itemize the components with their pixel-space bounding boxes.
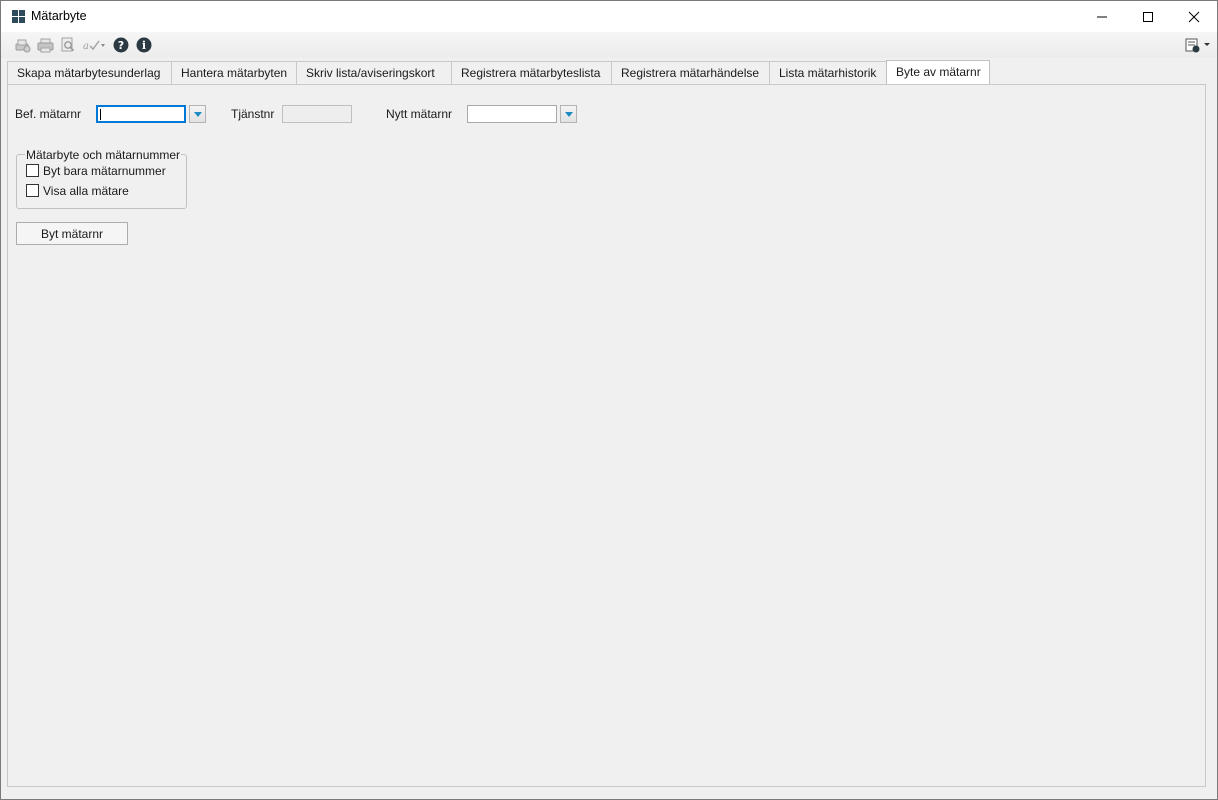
tab-registrera-matarhandelse[interactable]: Registrera mätarhändelse (611, 61, 770, 84)
byt-matarnr-button-label: Byt mätarnr (40, 226, 103, 241)
svg-text:a: a (83, 41, 89, 52)
byt-bara-matarnummer-label: Byt bara mätarnummer (43, 164, 166, 178)
nytt-matarnr-label: Nytt mätarnr (386, 107, 453, 121)
help-button[interactable]: ? (112, 36, 130, 54)
print-setup-button[interactable] (13, 36, 31, 54)
window-list-icon (1185, 38, 1210, 53)
maximize-button[interactable] (1125, 1, 1171, 32)
text-caret (100, 109, 101, 120)
print-preview-icon (61, 37, 75, 52)
minimize-icon (1097, 16, 1107, 17)
byt-matarnr-button[interactable]: Byt mätarnr (16, 222, 128, 245)
print-button[interactable] (36, 36, 54, 54)
visa-alla-matare-label: Visa alla mätare (43, 184, 129, 198)
toolbar: a ? i (1, 32, 1217, 58)
bef-matarnr-label: Bef. mätarnr (15, 107, 82, 121)
bef-matarnr-input[interactable] (96, 105, 186, 123)
window-title: Mätarbyte (31, 9, 87, 23)
tab-skapa-matarbytesunderlag[interactable]: Skapa mätarbytesunderlag (7, 61, 172, 84)
matarbyte-groupbox (16, 154, 187, 209)
tab-label: Lista mätarhistorik (779, 66, 877, 80)
tab-lista-matarhistorik[interactable]: Lista mätarhistorik (769, 61, 887, 84)
svg-text:i: i (142, 39, 146, 52)
print-setup-icon (15, 39, 30, 52)
svg-text:?: ? (118, 39, 124, 52)
print-preview-button[interactable] (59, 36, 77, 54)
nytt-matarnr-dropdown-button[interactable] (560, 105, 577, 123)
spellcheck-menu-button[interactable]: a (83, 36, 107, 54)
byt-bara-matarnummer-checkbox[interactable] (26, 164, 39, 177)
tab-registrera-matarbyteslista[interactable]: Registrera mätarbyteslista (451, 61, 612, 84)
tab-label: Registrera mätarbyteslista (461, 66, 601, 80)
window-list-menu-button[interactable] (1184, 36, 1212, 54)
tab-label: Byte av mätarnr (896, 65, 981, 79)
spellcheck-icon: a (83, 40, 105, 52)
tjanstnr-input (282, 105, 352, 123)
app-window: Mätarbyte a ? i Skapa mätarbytesunderlag… (0, 0, 1218, 800)
chevron-down-icon (564, 111, 573, 117)
nytt-matarnr-input[interactable] (467, 105, 557, 123)
tab-label: Hantera mätarbyten (181, 66, 288, 80)
title-bar: Mätarbyte (1, 1, 1217, 32)
visa-alla-matare-checkbox[interactable] (26, 184, 39, 197)
tab-hantera-matarbyten[interactable]: Hantera mätarbyten (171, 61, 297, 84)
tjanstnr-label: Tjänstnr (231, 107, 275, 121)
tab-label: Skriv lista/aviseringskort (306, 66, 435, 80)
app-grid-icon (12, 10, 25, 23)
close-icon (1188, 11, 1200, 22)
minimize-button[interactable] (1079, 1, 1125, 32)
tab-skriv-lista-aviseringskort[interactable]: Skriv lista/aviseringskort (296, 61, 452, 84)
groupbox-legend: Mätarbyte och mätarnummer (25, 148, 182, 162)
printer-icon (37, 38, 53, 52)
close-button[interactable] (1171, 1, 1217, 32)
maximize-icon (1143, 11, 1153, 22)
tab-label: Registrera mätarhändelse (621, 66, 760, 80)
info-button[interactable]: i (135, 36, 153, 54)
info-icon: i (136, 37, 152, 53)
tab-label: Skapa mätarbytesunderlag (17, 66, 161, 80)
chevron-down-icon (193, 111, 202, 117)
bef-matarnr-dropdown-button[interactable] (189, 105, 206, 123)
tab-byte-av-matarnr[interactable]: Byte av mätarnr (886, 60, 990, 85)
help-icon: ? (113, 37, 129, 53)
